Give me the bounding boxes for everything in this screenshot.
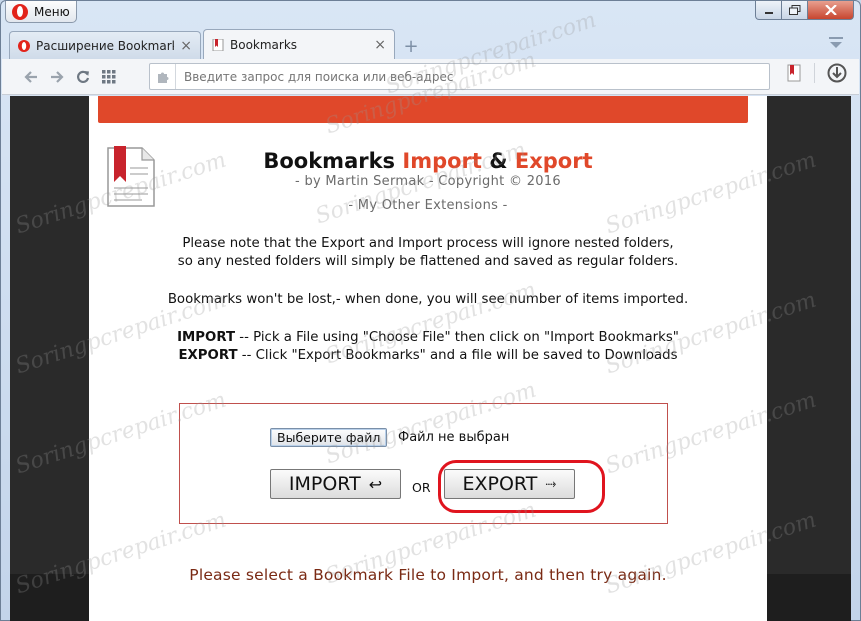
menu-label: Меню [34, 4, 70, 19]
tab-title: Расширение Bookmarks [36, 38, 175, 53]
note-line: Please note that the Export and Import p… [182, 236, 674, 251]
forward-button[interactable] [44, 64, 70, 90]
close-window-button[interactable] [808, 1, 854, 20]
navigation-toolbar [2, 59, 859, 95]
export-instruction: EXPORT -- Click "Export Bookmarks" and a… [89, 347, 767, 365]
browser-window: Меню Расширение Bookmarks × Bookmarks × … [0, 0, 861, 621]
page-title: Bookmarks Import & Export [89, 149, 767, 173]
bookmarks-extension-icon[interactable] [786, 64, 802, 82]
tab-close-icon[interactable]: × [374, 37, 386, 53]
bookmark-icon [212, 38, 224, 51]
opera-menu-button[interactable]: Меню [5, 1, 77, 23]
import-button-label: IMPORT [288, 473, 361, 495]
extension-panel: Bookmarks Import & Export - by Martin Se… [89, 96, 767, 621]
import-export-form: Выберите файл Файл не выбран IMPORT ↩ OR… [179, 403, 668, 524]
reload-button[interactable] [70, 64, 96, 90]
import-description: -- Pick a File using "Choose File" then … [235, 330, 679, 345]
header-accent-bar [98, 96, 748, 123]
return-arrow-icon: ↩ [368, 474, 383, 494]
export-highlight-annotation [438, 460, 605, 513]
title-import: Import [402, 149, 482, 173]
title-export: Export [514, 149, 593, 173]
tab-strip: Расширение Bookmarks × Bookmarks × + [9, 29, 423, 59]
title-part: & [481, 149, 515, 173]
tab-menu-icon[interactable] [828, 34, 844, 50]
instructions: IMPORT -- Pick a File using "Choose File… [89, 329, 767, 365]
choose-file-button[interactable]: Выберите файл [270, 428, 388, 447]
restore-icon [788, 5, 800, 15]
minimize-icon [764, 12, 773, 14]
tab-extension-page[interactable]: Расширение Bookmarks × [9, 31, 201, 59]
import-keyword: IMPORT [177, 330, 236, 345]
status-message: Please select a Bookmark File to Import,… [189, 566, 667, 584]
other-extensions-link[interactable]: - My Other Extensions - [89, 198, 767, 213]
reload-icon [77, 70, 90, 83]
opera-logo-icon [12, 3, 28, 20]
address-bar[interactable] [149, 63, 770, 90]
address-input[interactable] [184, 69, 744, 84]
speed-dial-button[interactable] [96, 64, 122, 90]
tab-bookmarks[interactable]: Bookmarks × [203, 29, 395, 59]
note-line: so any nested folders will simply be fla… [177, 254, 679, 269]
close-icon [824, 5, 837, 15]
toolbar-divider [814, 63, 815, 83]
puzzle-icon[interactable] [150, 64, 176, 89]
export-description: -- Click "Export Bookmarks" and a file w… [237, 348, 678, 363]
new-tab-button[interactable]: + [399, 33, 423, 59]
tab-close-icon[interactable]: × [180, 38, 192, 54]
nested-folders-note: Please note that the Export and Import p… [89, 235, 767, 271]
title-part: Bookmarks [263, 149, 403, 173]
import-instruction: IMPORT -- Pick a File using "Choose File… [89, 329, 767, 347]
window-controls [755, 1, 854, 20]
back-button[interactable] [18, 64, 44, 90]
not-lost-note: Bookmarks won't be lost,- when done, you… [167, 292, 689, 307]
tab-title: Bookmarks [230, 37, 298, 52]
opera-icon [18, 39, 30, 52]
grid-icon [102, 69, 116, 83]
forward-arrow-icon [51, 70, 64, 83]
page-viewport: Bookmarks Import & Export - by Martin Se… [10, 96, 851, 621]
or-label: OR [412, 480, 431, 495]
back-arrow-icon [24, 70, 37, 83]
export-keyword: EXPORT [178, 348, 238, 363]
author-byline: - by Martin Sermak - Copyright © 2016 [295, 174, 561, 189]
minimize-button[interactable] [755, 1, 782, 20]
maximize-button[interactable] [782, 1, 808, 20]
download-icon[interactable] [827, 63, 847, 83]
import-button[interactable]: IMPORT ↩ [270, 469, 401, 499]
toolbar-right [786, 63, 847, 83]
file-status-label: Файл не выбран [398, 430, 510, 445]
